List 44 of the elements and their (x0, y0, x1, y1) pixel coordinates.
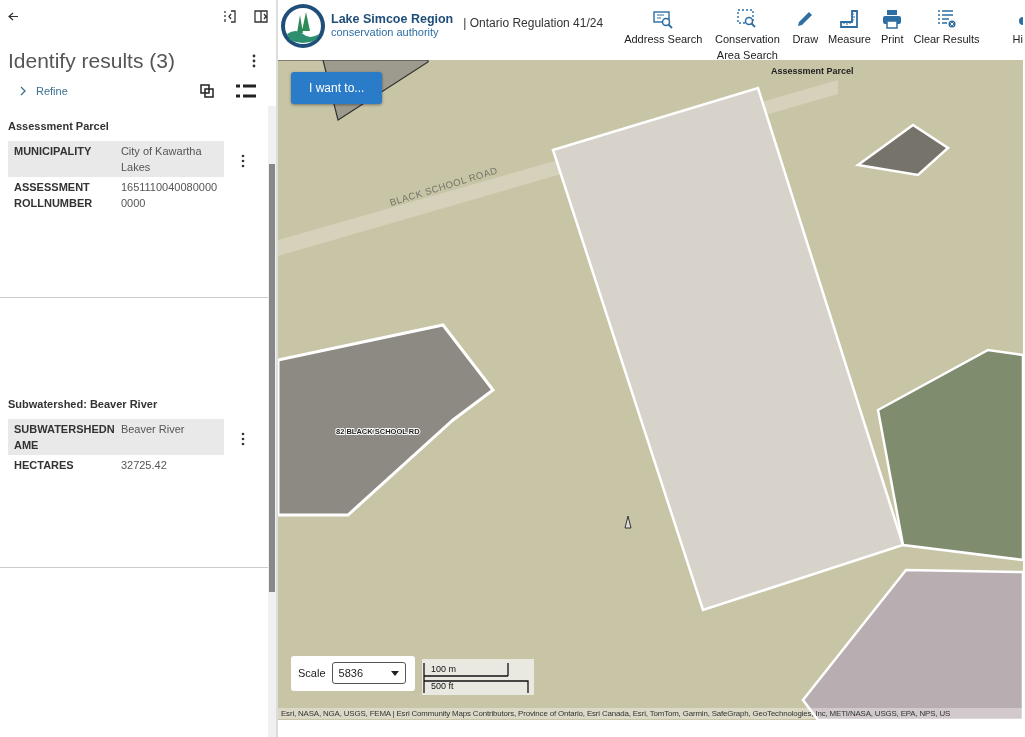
attribute-value: City of Kawartha Lakes (120, 144, 203, 175)
toolbar-button[interactable]: Measure (823, 0, 876, 60)
search-icon (737, 9, 758, 29)
toolbar-button[interactable]: Address Search (619, 0, 708, 60)
attribute-value: Beaver River (120, 422, 186, 437)
logo-subtitle: conservation authority (331, 26, 440, 39)
map-marker-icon[interactable] (624, 515, 632, 529)
toolbar-button[interactable]: Conservation Area Search (707, 0, 788, 60)
scrollbar-thumb[interactable] (269, 164, 275, 592)
refine-link[interactable]: Refine (36, 85, 68, 97)
scale-label: Scale (298, 667, 326, 679)
list-icon[interactable] (236, 84, 256, 98)
more-options-icon[interactable] (252, 54, 256, 68)
collapse-panel-icon[interactable] (224, 9, 236, 23)
toolbar-button[interactable]: Hi (1012, 0, 1025, 60)
parcel-label: Assessment Parcel (771, 66, 854, 76)
regulation-label: | Ontario Regulation 41/24 (463, 16, 604, 30)
toolbar-button[interactable]: Clear Results (908, 0, 985, 60)
ruler-icon (839, 9, 860, 29)
scale-metric-label: 100 m (431, 664, 456, 674)
copy-icon[interactable] (200, 84, 214, 98)
logo-title: Lake Simcoe Region (331, 13, 454, 26)
back-arrow-icon[interactable] (8, 11, 18, 21)
attribute-name: ASSESSMENT ROLLNUMBER (14, 180, 94, 211)
result-title: Assessment Parcel (8, 120, 110, 132)
printer-icon (882, 9, 903, 29)
search-icon (653, 9, 674, 29)
more-options-icon[interactable] (241, 154, 245, 168)
panel-title: Identify results (3) (8, 49, 175, 73)
chevron-right-icon[interactable] (20, 86, 26, 96)
i-want-to-button[interactable]: I want to... (291, 72, 383, 104)
result-title: Subwatershed: Beaver River (8, 398, 159, 410)
scale-dropdown[interactable]: 5836 (331, 662, 406, 684)
attribute-name: MUNICIPALITY (14, 144, 93, 159)
attribute-value: 16511100400800000000 (120, 180, 218, 211)
attribute-name: HECTARES (14, 458, 75, 473)
toolbar-button[interactable]: Draw (787, 0, 824, 60)
caret-icon (390, 670, 399, 676)
scale-imperial-label: 500 ft (431, 681, 454, 691)
dock-panel-icon[interactable] (254, 9, 268, 23)
attribute-name: SUBWATERSHEDNAME (14, 422, 116, 453)
clear-list-icon (936, 9, 957, 29)
attribute-value: 32725.42 (120, 458, 168, 473)
more-options-icon[interactable] (241, 432, 245, 446)
